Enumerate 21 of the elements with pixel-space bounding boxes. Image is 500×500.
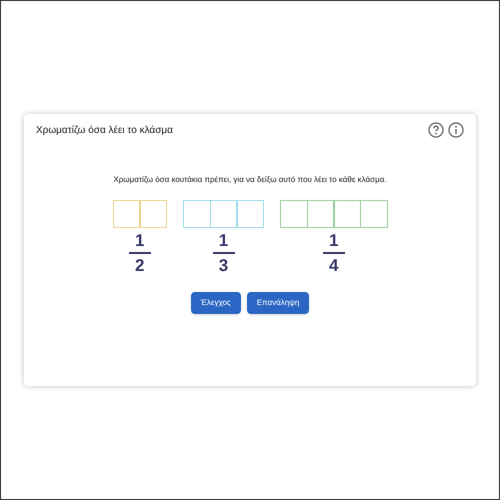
card-title: Χρωματίζω όσα λέει το κλάσμα — [36, 124, 173, 138]
help-icon[interactable] — [428, 122, 444, 138]
fraction-cell[interactable] — [183, 200, 211, 228]
fraction-cell[interactable] — [112, 200, 140, 228]
fraction-cell[interactable] — [210, 200, 238, 228]
denominator: 2 — [135, 257, 144, 274]
fraction-cell[interactable] — [236, 200, 264, 228]
fraction-cell[interactable] — [139, 200, 167, 228]
fraction-cell[interactable] — [280, 200, 308, 228]
numerator: 1 — [218, 232, 228, 249]
action-button[interactable]: Έλεγχος — [190, 292, 241, 314]
denominator: 4 — [329, 257, 338, 274]
info-icon[interactable] — [448, 122, 464, 138]
denominator: 3 — [218, 257, 228, 274]
numerator: 1 — [329, 232, 338, 249]
numerator: 1 — [135, 232, 144, 249]
instruction-text: Χρωματίζω όσα κουτάκια πρέπει, για να δείξω αυτό που λέει το κάθε κλάσμα. — [112, 174, 388, 186]
action-button[interactable]: Επανάληψη — [246, 292, 310, 314]
fraction-cell[interactable] — [306, 200, 334, 228]
fraction-cell[interactable] — [333, 200, 361, 228]
fraction-cell[interactable] — [360, 200, 388, 228]
